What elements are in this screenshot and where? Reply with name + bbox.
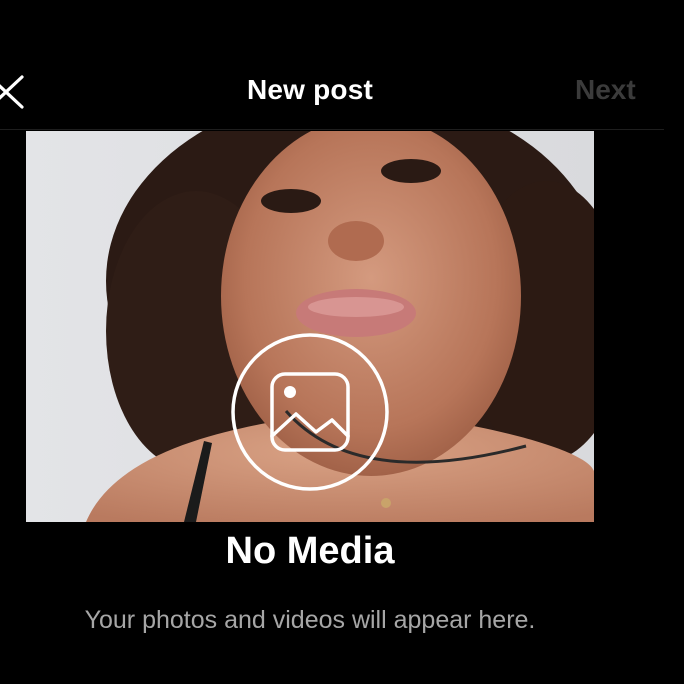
page-title: New post — [246, 74, 374, 105]
next-button[interactable]: Next — [575, 74, 636, 106]
top-bar: New post Next — [0, 0, 684, 130]
media-preview — [26, 131, 594, 522]
photo-icon — [231, 333, 389, 491]
empty-state-subtitle: Your photos and videos will appear here. — [84, 606, 536, 634]
empty-state-title: No Media — [225, 530, 395, 572]
header-divider — [0, 129, 664, 130]
